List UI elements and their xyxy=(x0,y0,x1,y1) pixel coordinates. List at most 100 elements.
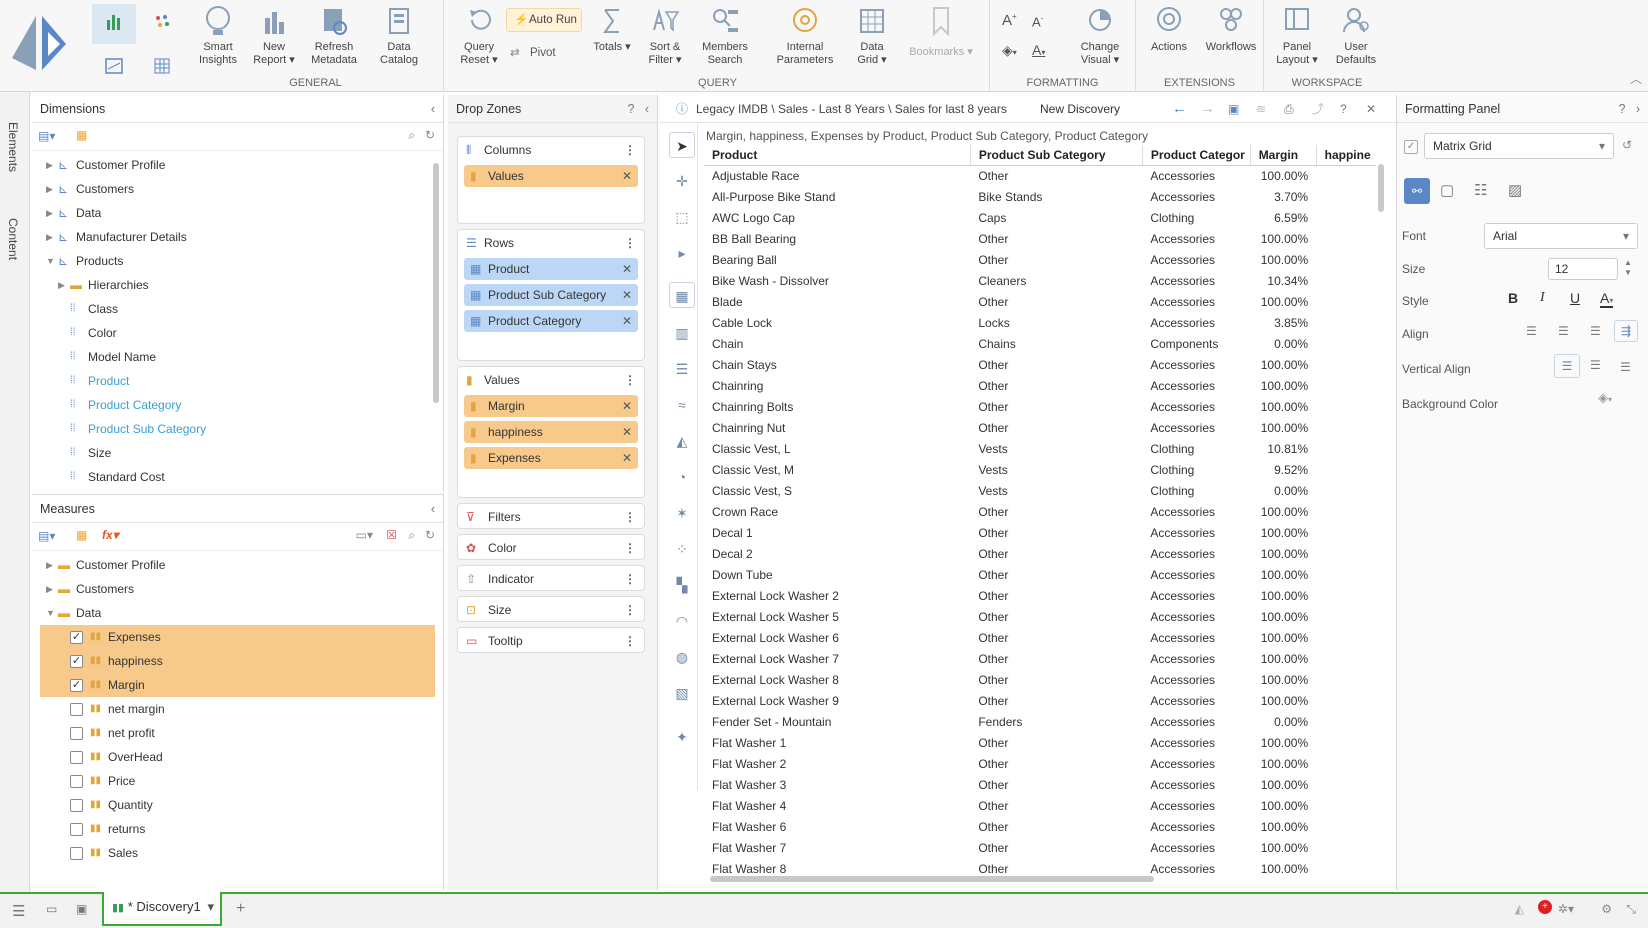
table-row[interactable]: Bike Wash - Dissolver Cleaners Accessories… xyxy=(704,270,1376,291)
search-icon[interactable]: ⌕ xyxy=(408,528,415,543)
valign-top-icon[interactable]: ☰ xyxy=(1554,354,1580,378)
dimension-item[interactable]: ⁞⁞ Class xyxy=(32,297,443,321)
export-icon[interactable]: ▣ xyxy=(76,902,87,916)
menu-dots-icon[interactable]: ⋮ xyxy=(624,597,636,623)
scatter-view-button[interactable] xyxy=(140,4,184,44)
remove-pill-icon[interactable]: ✕ xyxy=(622,165,632,187)
dimension-item[interactable]: ▶ ⊾ Customers xyxy=(32,177,443,201)
rows-pill-product[interactable]: ▦ Product ✕ xyxy=(464,258,638,280)
collapse-ribbon-icon[interactable]: ︿ xyxy=(1630,70,1642,87)
tooltip-zone[interactable]: ▭ Tooltip ⋮ xyxy=(457,627,645,653)
close-icon[interactable]: ✕ xyxy=(1366,95,1376,123)
col-header-margin[interactable]: Margin xyxy=(1250,145,1317,166)
dimension-item[interactable]: ▶ ▬ Hierarchies xyxy=(32,273,443,297)
dimension-item[interactable]: ⁞⁞ Product Sub Category xyxy=(32,417,443,441)
collapse-arrow-icon[interactable]: ▶ xyxy=(46,553,54,577)
expand-arrow-icon[interactable]: ▼ xyxy=(46,249,55,273)
collapse-arrow-icon[interactable]: ▶ xyxy=(46,177,54,201)
data-grid-button[interactable]: Data Grid ▾ xyxy=(850,4,894,67)
members-search-button[interactable]: Members Search xyxy=(698,4,752,67)
image-visual-icon[interactable]: ▧ xyxy=(669,680,695,706)
background-color-button[interactable]: ◈▾ xyxy=(1598,390,1612,406)
measure-item[interactable]: ▮▮ net margin xyxy=(40,697,435,721)
save-icon[interactable]: ▣ xyxy=(1228,95,1239,123)
table-row[interactable]: AWC Logo Cap Caps Clothing 6.59% xyxy=(704,207,1376,228)
columns-zone[interactable]: ⦀ Columns ⋮ ▮ Values ✕ xyxy=(457,136,645,224)
measure-checkbox[interactable]: ✓ xyxy=(70,655,83,668)
internal-parameters-button[interactable]: Internal Parameters xyxy=(772,4,838,67)
view-mode-icon[interactable]: ▤▾ xyxy=(38,529,55,543)
table-visual-icon[interactable]: ▦ xyxy=(669,282,695,308)
table-row[interactable]: Classic Vest, M Vests Clothing 9.52% xyxy=(704,459,1376,480)
view-mode-icon[interactable]: ▤▾ xyxy=(38,129,55,143)
remove-pill-icon[interactable]: ✕ xyxy=(622,310,632,332)
dimension-item[interactable]: ⁞⁞ Product Category xyxy=(32,393,443,417)
align-left-icon[interactable]: ☰ xyxy=(1526,324,1537,338)
search-icon[interactable]: ⌕ xyxy=(408,128,415,143)
bar-visual-icon[interactable]: ▥ xyxy=(669,320,695,346)
dimension-item[interactable]: ⁞⁞ Size xyxy=(32,441,443,465)
reports-icon[interactable]: ▭ xyxy=(46,902,57,916)
auto-run-toggle[interactable]: ⚡ Auto Run xyxy=(506,8,582,32)
remove-icon[interactable]: ☒ xyxy=(386,528,397,542)
sort-filter-button[interactable]: Sort & Filter ▾ xyxy=(642,4,688,67)
remove-pill-icon[interactable]: ✕ xyxy=(622,395,632,417)
actions-button[interactable]: Actions xyxy=(1144,4,1194,54)
visual-type-select[interactable]: Matrix Grid ▾ xyxy=(1424,133,1614,159)
measure-item[interactable]: ▮▮ Price xyxy=(40,769,435,793)
workflows-button[interactable]: Workflows xyxy=(1202,4,1260,54)
table-row[interactable]: Flat Washer 6 Other Accessories 100.00% xyxy=(704,816,1376,837)
table-row[interactable]: Cable Lock Locks Accessories 3.85% xyxy=(704,312,1376,333)
table-row[interactable]: Blade Other Accessories 100.00% xyxy=(704,291,1376,312)
col-header-product[interactable]: Product xyxy=(704,145,971,166)
grid-view-button[interactable] xyxy=(140,46,184,86)
refresh-icon[interactable]: ↻ xyxy=(425,528,435,542)
table-row[interactable]: Flat Washer 3 Other Accessories 100.00% xyxy=(704,774,1376,795)
dimensions-scrollbar[interactable] xyxy=(433,163,439,403)
line-visual-icon[interactable]: ≈ xyxy=(669,392,695,418)
menu-dots-icon[interactable]: ⋮ xyxy=(624,566,636,592)
visual-enable-checkbox[interactable]: ✓ xyxy=(1404,140,1418,154)
select-tool-icon[interactable]: ➤ xyxy=(669,132,695,158)
area-visual-icon[interactable]: ◭ xyxy=(669,428,695,454)
smart-insights-button[interactable]: Smart Insights xyxy=(194,4,242,67)
measure-checkbox[interactable] xyxy=(70,703,83,716)
values-zone[interactable]: ▮ Values ⋮ ▮ Margin ✕ ▮ happiness ✕ ▮ Expenses ✕ xyxy=(457,366,645,498)
measure-item[interactable]: ▮▮ Quantity xyxy=(40,793,435,817)
export-icon[interactable]: ⤴ xyxy=(1312,95,1324,123)
table-row[interactable]: Crown Race Other Accessories 100.00% xyxy=(704,501,1376,522)
reset-format-icon[interactable]: ↺ xyxy=(1622,138,1632,152)
font-select[interactable]: Arial ▾ xyxy=(1484,223,1638,249)
gauge-visual-icon[interactable]: ◠ xyxy=(669,608,695,634)
size-zone[interactable]: ⊡ Size ⋮ xyxy=(457,596,645,622)
grid-hscroll[interactable] xyxy=(710,876,1154,882)
menu-dots-icon[interactable]: ⋮ xyxy=(624,137,636,163)
measure-checkbox[interactable]: ✓ xyxy=(70,631,83,644)
measure-checkbox[interactable] xyxy=(70,727,83,740)
collapse-arrow-icon[interactable]: ▶ xyxy=(46,225,54,249)
measure-item[interactable]: ▮▮ net profit xyxy=(40,721,435,745)
panel-layout-button[interactable]: Panel Layout ▾ xyxy=(1268,4,1326,67)
new-report-button[interactable]: New Report ▾ xyxy=(250,4,298,67)
dimension-item[interactable]: ▶ ⊾ Data xyxy=(32,201,443,225)
table-row[interactable]: Flat Washer 2 Other Accessories 100.00% xyxy=(704,753,1376,774)
dimension-item[interactable]: ▶ ⊾ Manufacturer Details xyxy=(32,225,443,249)
measure-checkbox[interactable] xyxy=(70,823,83,836)
dimension-item[interactable]: ⁞⁞ Product xyxy=(32,369,443,393)
table-row[interactable]: Classic Vest, S Vests Clothing 0.00% xyxy=(704,480,1376,501)
col-header-category[interactable]: Product Categor xyxy=(1142,145,1251,166)
menu-dots-icon[interactable]: ⋮ xyxy=(624,367,636,393)
measure-item[interactable]: ▮▮ Sales xyxy=(40,841,435,865)
user-defaults-button[interactable]: User Defaults xyxy=(1330,4,1382,67)
filters-zone[interactable]: ⊽ Filters ⋮ xyxy=(457,503,645,529)
table-row[interactable]: Decal 2 Other Accessories 100.00% xyxy=(704,543,1376,564)
dimension-item[interactable]: ⁞⁞ Color xyxy=(32,321,443,345)
help-collapse-icons[interactable]: ? › xyxy=(1618,95,1640,123)
font-color-button[interactable]: A▾ xyxy=(1032,42,1045,58)
calendar-icon[interactable]: ▦ xyxy=(76,528,87,542)
col-header-sub-category[interactable]: Product Sub Category xyxy=(970,145,1143,166)
pin-icon[interactable]: ✲▾ xyxy=(1558,902,1574,916)
remove-pill-icon[interactable]: ✕ xyxy=(622,421,632,443)
scatter-visual-icon[interactable]: ⁘ xyxy=(669,536,695,562)
table-row[interactable]: Chainring Other Accessories 100.00% xyxy=(704,375,1376,396)
